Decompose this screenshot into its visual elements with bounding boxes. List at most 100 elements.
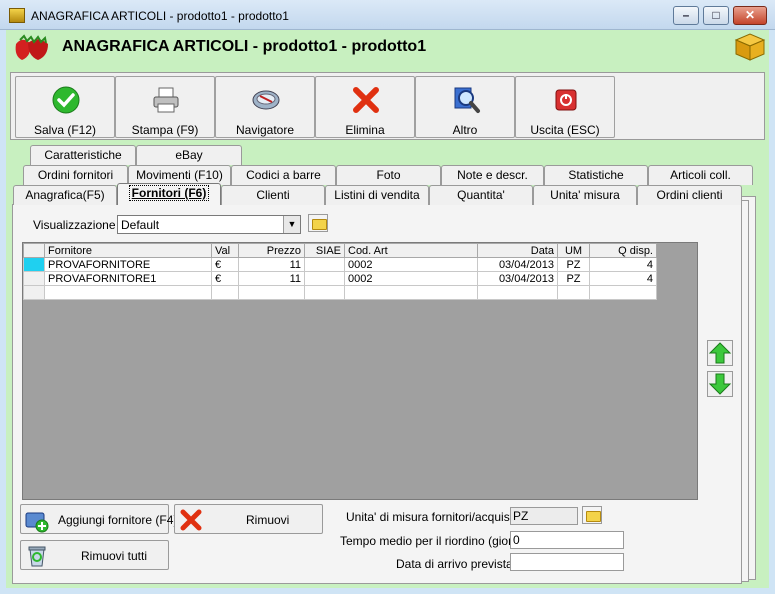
tab-ordini-fornitori[interactable]: Ordini fornitori — [23, 165, 128, 185]
cell-siae[interactable] — [304, 257, 345, 272]
check-icon — [52, 86, 80, 114]
cell-fornitore[interactable]: PROVAFORNITORE1 — [44, 271, 212, 286]
tab-anagrafica[interactable]: Anagrafica(F5) — [13, 185, 117, 205]
maximize-icon: □ — [712, 8, 720, 22]
tab-foto[interactable]: Foto — [336, 165, 441, 185]
power-icon — [555, 89, 577, 111]
col-data[interactable]: Data — [477, 243, 558, 258]
arrow-up-icon — [708, 342, 732, 364]
arrival-date-field[interactable] — [510, 553, 624, 571]
minimize-icon: – — [682, 8, 690, 22]
add-supplier-button[interactable]: Aggiungi fornitore (F4) — [20, 504, 177, 534]
view-folder-button[interactable] — [308, 214, 328, 232]
save-button[interactable]: Salva (F12) — [15, 76, 115, 138]
cell-empty[interactable] — [238, 285, 305, 300]
tab-ordini-clienti[interactable]: Ordini clienti — [637, 185, 742, 205]
tab-caratteristiche[interactable]: Caratteristiche — [30, 145, 136, 165]
save-label: Salva (F12) — [33, 123, 97, 137]
cell-cod-art[interactable]: 0002 — [344, 257, 478, 272]
cell-val[interactable]: € — [211, 257, 239, 272]
tab-fornitori[interactable]: Fornitori (F6) — [117, 183, 221, 205]
col-val[interactable]: Val — [211, 243, 239, 258]
tab-clienti[interactable]: Clienti — [221, 185, 325, 205]
remove-all-label: Rimuovi tutti — [81, 549, 148, 563]
recycle-bin-icon — [28, 546, 46, 567]
remove-button[interactable]: Rimuovi — [174, 504, 323, 534]
col-prezzo[interactable]: Prezzo — [238, 243, 305, 258]
window-title: ANAGRAFICA ARTICOLI - prodotto1 - prodot… — [31, 9, 289, 23]
tab-note-e-descr[interactable]: Note e descr. — [441, 165, 544, 185]
magnifier-icon — [454, 87, 480, 113]
tab-listini-di-vendita[interactable]: Listini di vendita — [325, 185, 429, 205]
cell-empty[interactable] — [44, 285, 212, 300]
view-label: Visualizzazione : — [33, 218, 123, 232]
col-cod-art[interactable]: Cod. Art — [344, 243, 478, 258]
folder-icon — [312, 219, 327, 230]
tab-codici-a-barre[interactable]: Codici a barre — [231, 165, 336, 185]
navigator-label: Navigatore — [235, 123, 295, 137]
cell-fornitore[interactable]: PROVAFORNITORE — [44, 257, 212, 272]
cell-prezzo[interactable]: 11 — [238, 271, 305, 286]
more-button[interactable]: Altro — [415, 76, 515, 138]
cell-um[interactable]: PZ — [557, 257, 590, 272]
col-q-disp[interactable]: Q disp. — [589, 243, 657, 258]
delete-label: Elimina — [345, 123, 385, 137]
cell-empty[interactable] — [589, 285, 657, 300]
navigator-button[interactable]: Navigatore — [215, 76, 315, 138]
col-siae[interactable]: SIAE — [304, 243, 345, 258]
delete-button[interactable]: Elimina — [315, 76, 415, 138]
cell-q-disp[interactable]: 4 — [589, 271, 657, 286]
add-supplier-icon — [25, 512, 49, 533]
arrow-down-icon — [708, 373, 732, 395]
close-button[interactable]: ✕ — [733, 6, 767, 25]
title-bar: ANAGRAFICA ARTICOLI - prodotto1 - prodot… — [0, 0, 775, 30]
tab-quantita[interactable]: Quantita' — [429, 185, 533, 205]
cell-empty[interactable] — [477, 285, 558, 300]
uom-field[interactable]: PZ — [510, 507, 578, 525]
move-up-button[interactable] — [707, 340, 733, 366]
table-row[interactable]: PROVAFORNITORE € 11 0002 03/04/2013 PZ 4 — [23, 257, 657, 272]
strawberry-icon — [15, 34, 48, 60]
cell-siae[interactable] — [304, 271, 345, 286]
header-indicator — [23, 243, 45, 258]
table-header: Fornitore Val Prezzo SIAE Cod. Art Data … — [23, 243, 657, 258]
remove-x-icon — [180, 509, 202, 531]
tab-unita-misura[interactable]: Unita' misura — [533, 185, 637, 205]
uom-folder-button[interactable] — [582, 506, 602, 524]
tab-ebay[interactable]: eBay — [136, 145, 242, 165]
remove-all-button[interactable]: Rimuovi tutti — [20, 540, 169, 570]
compass-icon — [252, 90, 280, 110]
chevron-down-icon[interactable]: ▼ — [283, 216, 300, 233]
cell-data[interactable]: 03/04/2013 — [477, 271, 558, 286]
lead-time-label: Tempo medio per il riordino (giorni) : — [340, 534, 533, 548]
cell-empty[interactable] — [211, 285, 239, 300]
cell-prezzo[interactable]: 11 — [238, 257, 305, 272]
cell-q-disp[interactable]: 4 — [589, 257, 657, 272]
cell-empty[interactable] — [557, 285, 590, 300]
maximize-button[interactable]: □ — [703, 6, 729, 25]
view-select[interactable]: Default ▼ — [117, 215, 301, 234]
cell-data[interactable]: 03/04/2013 — [477, 257, 558, 272]
cell-val[interactable]: € — [211, 271, 239, 286]
tab-movimenti[interactable]: Movimenti (F10) — [128, 165, 231, 185]
col-fornitore[interactable]: Fornitore — [44, 243, 212, 258]
cell-um[interactable]: PZ — [557, 271, 590, 286]
tab-articoli-coll[interactable]: Articoli coll. — [648, 165, 753, 185]
uom-label: Unita' di misura fornitori/acquisto : — [346, 510, 527, 524]
suppliers-grid[interactable]: Fornitore Val Prezzo SIAE Cod. Art Data … — [22, 242, 698, 500]
table-row-empty[interactable] — [23, 285, 657, 300]
col-um[interactable]: UM — [557, 243, 590, 258]
tab-fornitori-label: Fornitori (F6) — [128, 185, 210, 201]
cell-empty[interactable] — [344, 285, 478, 300]
move-down-button[interactable] — [707, 371, 733, 397]
lead-time-field[interactable]: 0 — [510, 531, 624, 549]
cell-cod-art[interactable]: 0002 — [344, 271, 478, 286]
view-select-value: Default — [121, 218, 160, 232]
page-title: ANAGRAFICA ARTICOLI - prodotto1 - prodot… — [62, 38, 427, 55]
print-button[interactable]: Stampa (F9) — [115, 76, 215, 138]
tab-statistiche[interactable]: Statistiche — [544, 165, 648, 185]
exit-button[interactable]: Uscita (ESC) — [515, 76, 615, 138]
table-row[interactable]: PROVAFORNITORE1 € 11 0002 03/04/2013 PZ … — [23, 271, 657, 286]
minimize-button[interactable]: – — [673, 6, 699, 25]
cell-empty[interactable] — [304, 285, 345, 300]
